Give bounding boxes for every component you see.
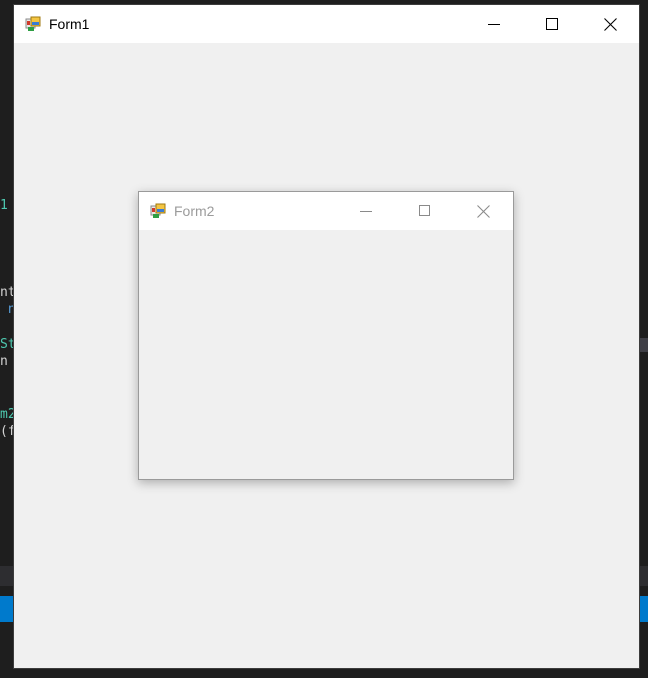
form1-close-button[interactable] [581, 5, 639, 43]
minimize-icon [488, 24, 500, 25]
form2-maximize-button[interactable] [395, 192, 454, 230]
ide-code-fragment: 1 [0, 198, 8, 213]
close-icon [603, 17, 617, 31]
form1-maximize-button[interactable] [523, 5, 581, 43]
ide-code-fragment: n [0, 354, 8, 369]
form2-client-area[interactable] [139, 230, 513, 479]
winforms-app-icon[interactable] [150, 203, 166, 219]
form2-minimize-button[interactable] [336, 192, 395, 230]
desktop: 1 nt n St n m2 (f Form1 Form2 [0, 0, 648, 678]
form1-titlebar[interactable]: Form1 [14, 5, 639, 43]
maximize-icon [418, 205, 430, 216]
form1-title: Form1 [49, 16, 90, 32]
close-icon [477, 204, 490, 218]
ide-splitter [639, 338, 648, 352]
form2-titlebar[interactable]: Form2 [139, 192, 513, 230]
maximize-icon [546, 18, 558, 30]
minimize-icon [359, 211, 372, 212]
ide-panel-header [639, 566, 648, 586]
form2-close-button[interactable] [454, 192, 513, 230]
form1-minimize-button[interactable] [465, 5, 523, 43]
ide-status-bar [639, 596, 648, 622]
form2-window: Form2 [138, 191, 514, 480]
winforms-app-icon[interactable] [25, 16, 41, 32]
ide-panel-header [0, 566, 14, 586]
ide-status-bar [0, 596, 14, 622]
form2-title: Form2 [174, 203, 215, 219]
